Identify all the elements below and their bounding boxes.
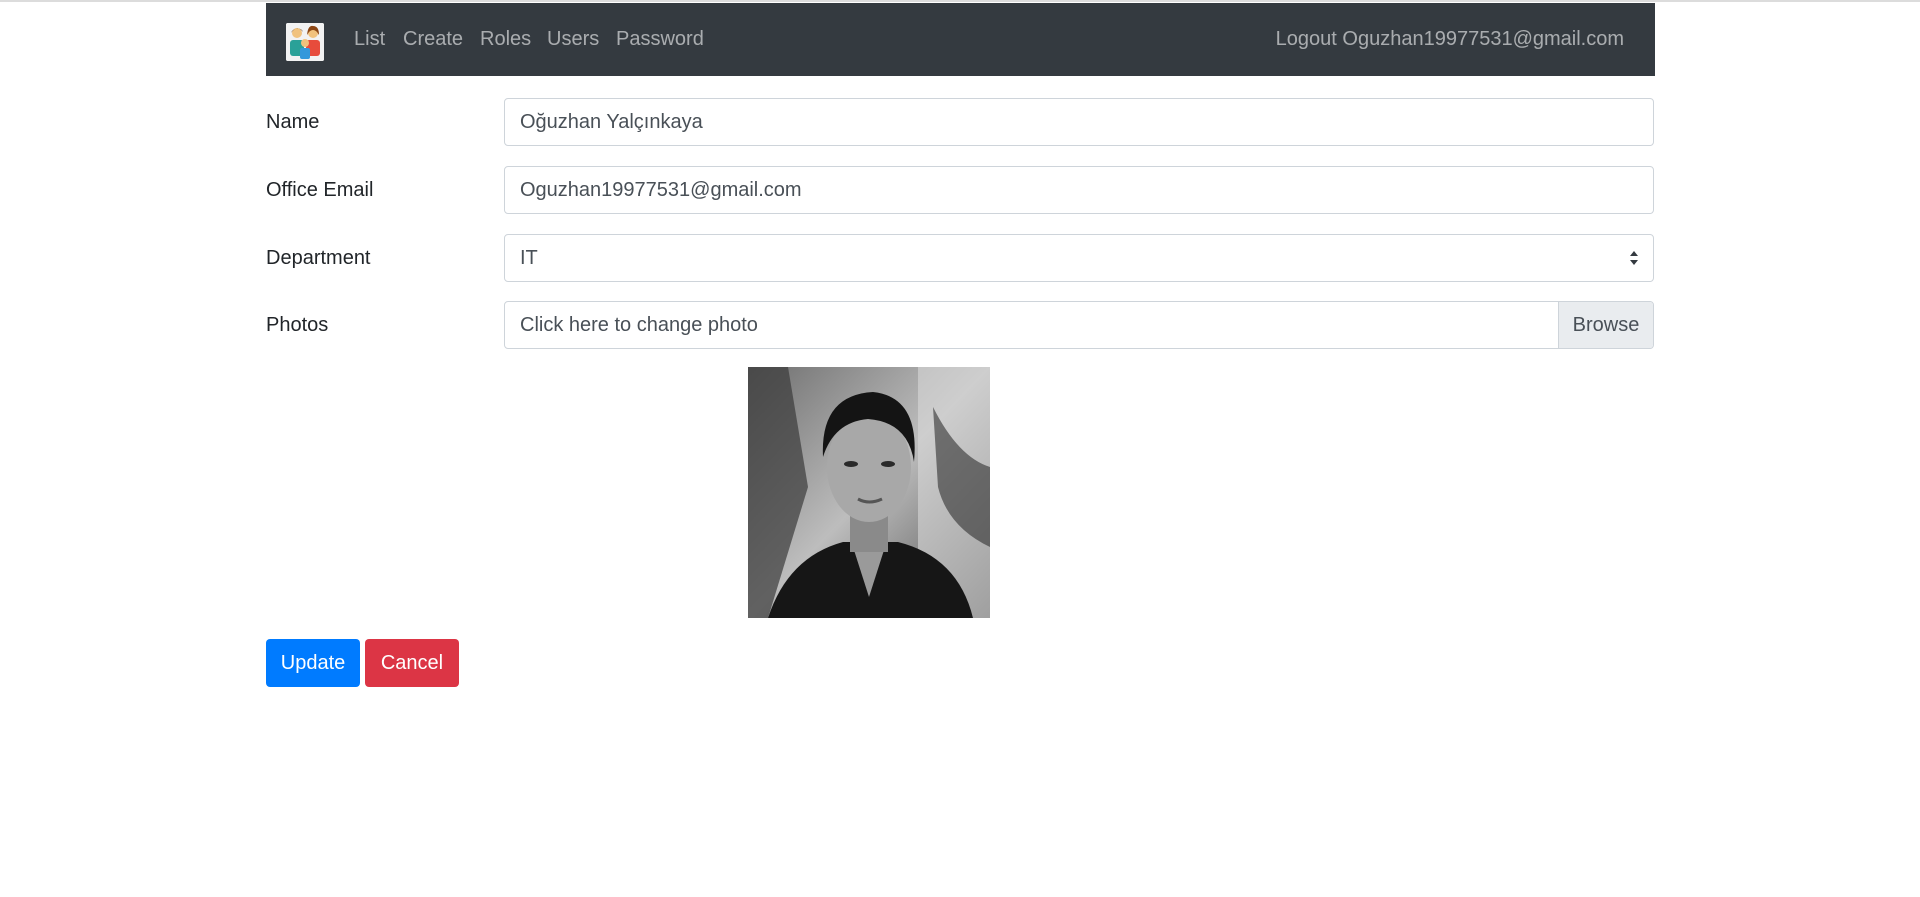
- photos-label: Photos: [266, 314, 329, 336]
- nav-link-password[interactable]: Password: [616, 3, 704, 76]
- office-email-label: Office Email: [266, 179, 374, 201]
- nav-link-roles[interactable]: Roles: [480, 3, 531, 76]
- name-label: Name: [266, 111, 320, 133]
- photo-file-placeholder: Click here to change photo: [520, 314, 758, 336]
- nav-user-area: Logout Oguzhan19977531@gmail.com: [1276, 3, 1624, 76]
- nav-link-list[interactable]: List: [354, 3, 385, 76]
- browse-button[interactable]: Browse: [1558, 302, 1653, 348]
- profile-photo: [748, 367, 990, 618]
- department-select[interactable]: IT: [504, 234, 1654, 282]
- nav-link-create[interactable]: Create: [403, 3, 463, 76]
- cancel-button[interactable]: Cancel: [365, 639, 459, 687]
- update-button[interactable]: Update: [266, 639, 360, 687]
- nav-link-users[interactable]: Users: [547, 3, 599, 76]
- top-navbar: List Create Roles Users Password Logout …: [266, 3, 1655, 76]
- user-email[interactable]: Oguzhan19977531@gmail.com: [1342, 28, 1624, 50]
- office-email-input[interactable]: Oguzhan19977531@gmail.com: [504, 166, 1654, 214]
- department-label: Department: [266, 247, 371, 269]
- name-input[interactable]: Oğuzhan Yalçınkaya: [504, 98, 1654, 146]
- team-people-icon[interactable]: [286, 23, 324, 61]
- department-selected-value: IT: [520, 247, 538, 269]
- photo-file-input[interactable]: Click here to change photo Browse: [504, 301, 1654, 349]
- select-arrows-icon: [1630, 251, 1638, 265]
- logout-link[interactable]: Logout: [1276, 28, 1337, 50]
